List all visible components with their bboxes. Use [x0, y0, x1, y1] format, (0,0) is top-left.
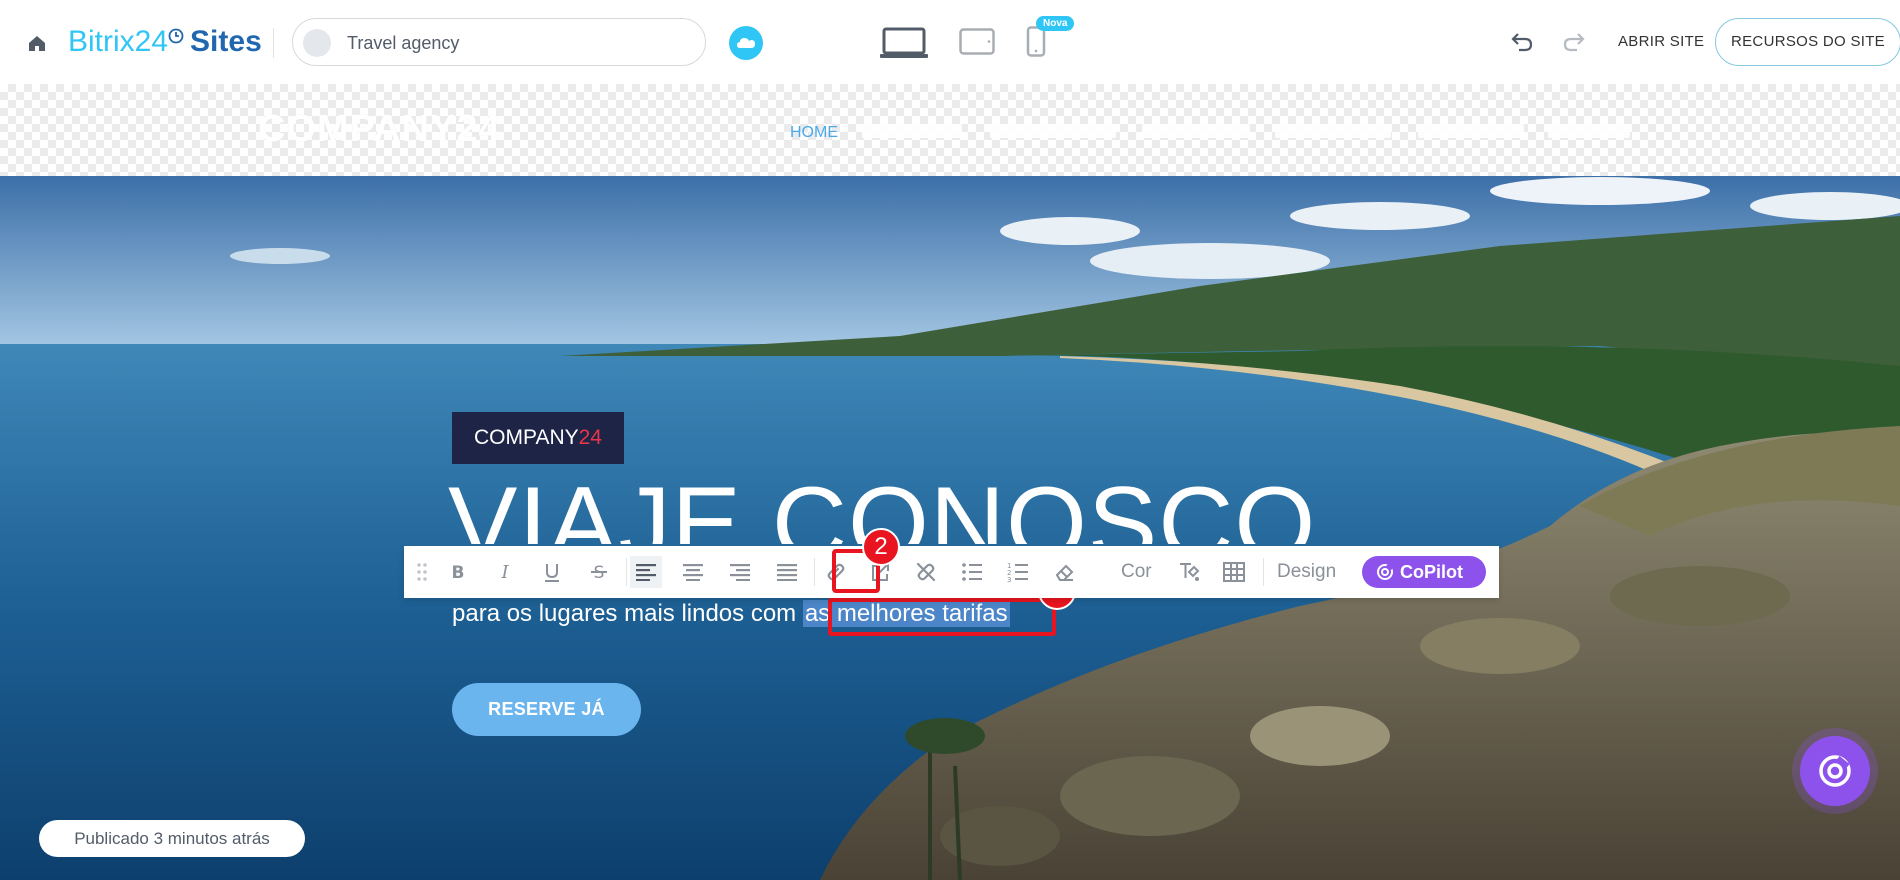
align-left-icon[interactable]	[630, 556, 662, 588]
nav-item-home[interactable]: HOME	[790, 124, 838, 142]
desktop-preview-icon[interactable]	[880, 27, 928, 59]
topbar-divider	[273, 28, 274, 58]
site-header-block[interactable]: COMPANY24 HOME	[0, 84, 1900, 176]
text-color-icon[interactable]	[1172, 556, 1204, 588]
toolbar-separator	[814, 558, 815, 586]
home-icon[interactable]	[26, 32, 48, 54]
brand-product: Sites	[190, 25, 262, 58]
nav-item[interactable]	[1418, 124, 1524, 138]
toolbar-separator	[626, 558, 627, 586]
cloud-button[interactable]	[729, 26, 763, 60]
svg-text:3: 3	[1007, 576, 1011, 582]
toolbar-separator	[1263, 558, 1264, 586]
design-button[interactable]: Design	[1277, 561, 1336, 583]
table-icon[interactable]	[1218, 556, 1250, 588]
color-label[interactable]: Cor	[1121, 561, 1152, 583]
strikethrough-icon[interactable]: S	[583, 556, 615, 588]
site-logo[interactable]: COMPANY24	[258, 108, 501, 151]
svg-text:B: B	[452, 563, 465, 582]
nav-item[interactable]	[862, 124, 962, 138]
clock-icon	[168, 28, 184, 44]
undo-icon[interactable]	[1510, 30, 1534, 52]
brand-name: Bitrix24	[68, 25, 169, 58]
tablet-preview-icon[interactable]	[959, 28, 995, 56]
italic-icon[interactable]: I	[489, 556, 521, 588]
site-thumbnail	[303, 29, 331, 57]
align-justify-icon[interactable]	[771, 556, 803, 588]
svg-text:I: I	[500, 562, 509, 582]
numbered-list-icon[interactable]: 123	[1002, 556, 1034, 588]
subtitle-text: para os lugares mais lindos com	[452, 600, 803, 627]
new-badge: Nova	[1036, 16, 1075, 31]
nav-item[interactable]	[1142, 124, 1250, 138]
published-status: Publicado 3 minutos atrás	[39, 820, 305, 857]
selection-highlight-box	[828, 598, 1056, 636]
nav-item[interactable]	[990, 124, 1116, 138]
align-center-icon[interactable]	[677, 556, 709, 588]
hero-title-clip: VIAJE CONOSCO	[0, 176, 1900, 544]
copilot-button[interactable]: CoPilot	[1362, 556, 1486, 588]
reserve-button[interactable]: RESERVE JÁ	[452, 683, 641, 736]
cloud-icon	[737, 38, 755, 48]
drag-handle-icon[interactable]	[406, 556, 438, 588]
editor-topbar: Bitrix24 Sites Travel agency Nova ABRIR S…	[0, 0, 1900, 84]
bitrix24-sites-logo[interactable]: Bitrix24 Sites	[68, 24, 262, 60]
copilot-fab[interactable]	[1800, 736, 1870, 806]
text-format-toolbar: B I S 123 Cor Design	[404, 546, 1499, 598]
copilot-label: CoPilot	[1400, 562, 1463, 582]
copilot-icon	[1377, 563, 1393, 580]
step-marker-2: 2	[862, 528, 900, 566]
site-resources-button[interactable]: RECURSOS DO SITE	[1715, 18, 1900, 66]
hero-section: COMPANY24 VIAJE CONOSCO para os lugares …	[0, 176, 1900, 880]
site-selector[interactable]: Travel agency	[292, 18, 706, 66]
align-right-icon[interactable]	[724, 556, 756, 588]
underline-icon[interactable]	[536, 556, 568, 588]
bold-icon[interactable]: B	[442, 556, 474, 588]
eraser-icon[interactable]	[1048, 556, 1080, 588]
nav-item[interactable]	[1548, 124, 1630, 138]
site-name: Travel agency	[347, 33, 460, 53]
copilot-icon	[1819, 755, 1851, 787]
unlink-icon[interactable]	[910, 556, 942, 588]
nav-item[interactable]	[1275, 124, 1391, 138]
redo-icon[interactable]	[1562, 30, 1586, 52]
open-site-link[interactable]: ABRIR SITE	[1618, 33, 1704, 50]
bullet-list-icon[interactable]	[956, 556, 988, 588]
